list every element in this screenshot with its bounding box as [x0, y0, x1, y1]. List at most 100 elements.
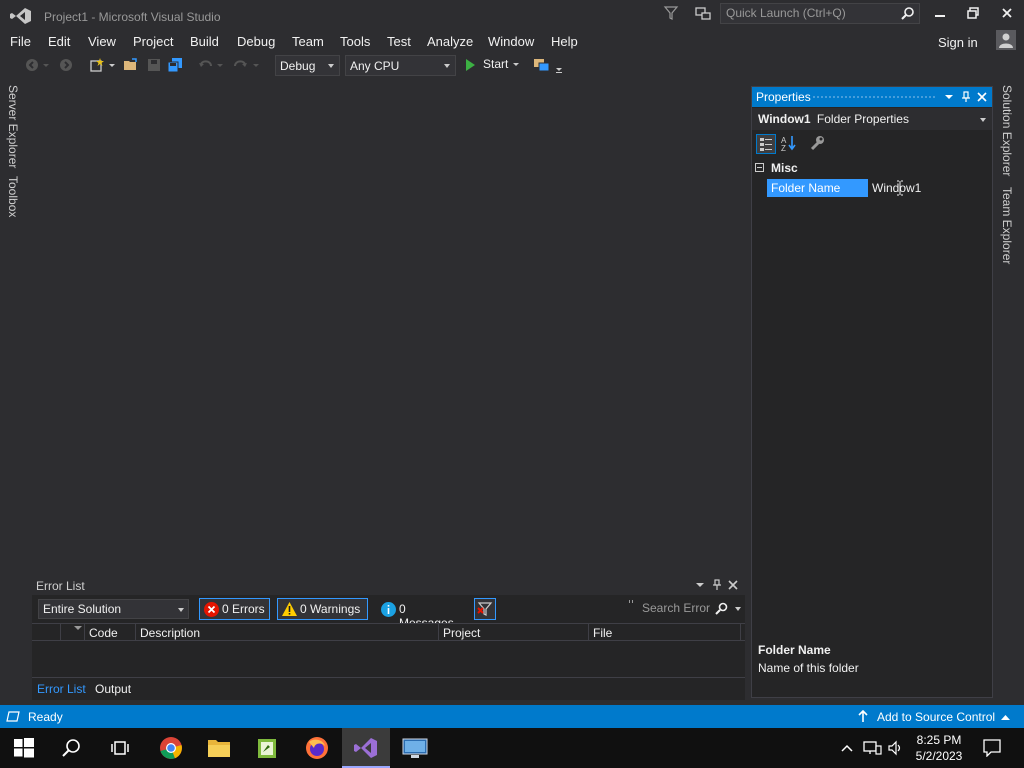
remote-desktop-taskbar-button[interactable] [391, 728, 439, 768]
search-icon[interactable] [715, 602, 728, 615]
minimize-icon[interactable] [933, 6, 947, 20]
property-pages-button[interactable] [808, 134, 828, 154]
menu-window[interactable]: Window [488, 34, 534, 49]
error-list-rows[interactable] [32, 641, 745, 678]
task-view-button[interactable] [96, 728, 144, 768]
menu-test[interactable]: Test [387, 34, 411, 49]
alphabetical-button[interactable]: A Z [780, 134, 800, 154]
error-list-tab-strip: Error List Output [32, 679, 745, 700]
server-explorer-tab[interactable]: Server Explorer [6, 85, 20, 168]
error-search-input[interactable]: Search Error [638, 599, 744, 619]
errors-filter-button[interactable]: 0 Errors [199, 598, 270, 620]
start-dropdown-icon[interactable] [512, 62, 520, 68]
toolbar-options-icon[interactable] [555, 62, 563, 78]
taskbar-clock[interactable]: 8:25 PM 5/2/2023 [912, 732, 966, 764]
notifications-filter-icon[interactable] [663, 5, 679, 21]
avatar[interactable] [996, 30, 1016, 50]
notepad-taskbar-button[interactable] [243, 728, 291, 768]
menu-team[interactable]: Team [292, 34, 324, 49]
properties-title-bar[interactable]: Properties [752, 87, 992, 107]
pin-icon[interactable] [711, 579, 723, 591]
menu-project[interactable]: Project [133, 34, 173, 49]
property-value-input[interactable]: Window1 [872, 179, 990, 197]
solution-configuration-select[interactable]: Debug [275, 55, 340, 76]
firefox-taskbar-button[interactable] [293, 728, 341, 768]
editor-area[interactable] [32, 80, 746, 566]
solution-platform-select[interactable]: Any CPU [345, 55, 456, 76]
info-icon [381, 602, 396, 617]
search-taskbar-button[interactable] [48, 728, 96, 768]
chevron-up-icon[interactable] [1001, 714, 1010, 720]
new-dropdown-icon[interactable] [108, 57, 116, 73]
chevron-up-icon[interactable] [839, 740, 855, 756]
file-explorer-taskbar-button[interactable] [195, 728, 243, 768]
menu-analyze[interactable]: Analyze [427, 34, 473, 49]
tab-error-list[interactable]: Error List [37, 682, 86, 696]
open-folder-icon[interactable] [123, 57, 139, 73]
messages-filter-button[interactable]: 0 Messages [376, 598, 464, 630]
menu-build[interactable]: Build [190, 34, 219, 49]
column-file[interactable]: File [588, 624, 740, 642]
wrench-icon [810, 136, 824, 151]
column-code[interactable]: Code [84, 624, 135, 642]
column-sort[interactable] [60, 624, 84, 642]
collapse-category-icon[interactable] [755, 163, 764, 172]
search-options-dropdown-icon[interactable] [735, 607, 741, 611]
menu-help[interactable]: Help [551, 34, 578, 49]
add-to-source-control-button[interactable]: Add to Source Control [877, 710, 995, 724]
redo-icon[interactable] [232, 57, 248, 73]
network-icon[interactable] [862, 740, 882, 756]
toolbox-tab[interactable]: Toolbox [6, 176, 20, 217]
navigate-forward-icon[interactable] [58, 57, 74, 73]
menu-edit[interactable]: Edit [48, 34, 70, 49]
menu-file[interactable]: File [10, 34, 31, 49]
team-explorer-tab[interactable]: Team Explorer [1000, 187, 1014, 264]
volume-icon[interactable] [887, 740, 903, 756]
visual-studio-taskbar-button[interactable] [342, 728, 390, 768]
action-center-icon[interactable] [983, 739, 1001, 757]
restore-icon[interactable] [966, 6, 980, 20]
menu-debug[interactable]: Debug [237, 34, 275, 49]
categorized-button[interactable] [756, 134, 776, 154]
close-icon[interactable] [975, 90, 989, 104]
save-icon[interactable] [146, 57, 162, 73]
column-description[interactable]: Description [135, 624, 438, 642]
warnings-filter-button[interactable]: 0 Warnings [277, 598, 368, 620]
window-position-icon[interactable] [942, 90, 956, 104]
start-menu-button[interactable] [0, 728, 48, 768]
attach-process-icon[interactable] [533, 57, 551, 73]
error-list-title-bar[interactable]: Error List [32, 575, 745, 595]
platform-value: Any CPU [350, 59, 400, 73]
close-icon[interactable] [727, 579, 739, 591]
redo-dropdown-icon[interactable] [252, 57, 260, 73]
window-position-icon[interactable] [694, 579, 706, 591]
pin-icon[interactable] [959, 90, 973, 104]
drag-grip[interactable] [812, 95, 936, 100]
save-all-icon[interactable] [167, 57, 183, 73]
close-icon[interactable] [1000, 6, 1014, 20]
sign-in-link[interactable]: Sign in [938, 35, 978, 50]
navigate-back-icon[interactable] [24, 57, 40, 73]
solution-explorer-tab[interactable]: Solution Explorer [1000, 85, 1014, 176]
build-intellisense-filter-button[interactable] [474, 598, 496, 620]
undo-icon[interactable] [198, 57, 214, 73]
chrome-icon [160, 737, 182, 759]
new-project-icon[interactable] [89, 57, 105, 73]
tab-output[interactable]: Output [95, 682, 131, 696]
quick-launch-input[interactable]: Quick Launch (Ctrl+Q) [720, 3, 920, 24]
column-project[interactable]: Project [438, 624, 588, 642]
error-scope-select[interactable]: Entire Solution [38, 599, 189, 619]
object-selector[interactable]: Window1 Folder Properties [752, 108, 992, 130]
property-name-cell[interactable]: Folder Name [767, 179, 868, 197]
feedback-icon[interactable] [694, 5, 712, 23]
column-filter-icon[interactable] [74, 626, 82, 634]
undo-dropdown-icon[interactable] [216, 57, 224, 73]
column-line[interactable] [740, 624, 749, 642]
back-dropdown-icon[interactable] [42, 57, 50, 73]
status-icon [6, 711, 20, 722]
search-icon[interactable] [901, 6, 915, 20]
chrome-taskbar-button[interactable] [147, 728, 195, 768]
column-icon[interactable] [32, 624, 60, 642]
menu-tools[interactable]: Tools [340, 34, 370, 49]
menu-view[interactable]: View [88, 34, 116, 49]
